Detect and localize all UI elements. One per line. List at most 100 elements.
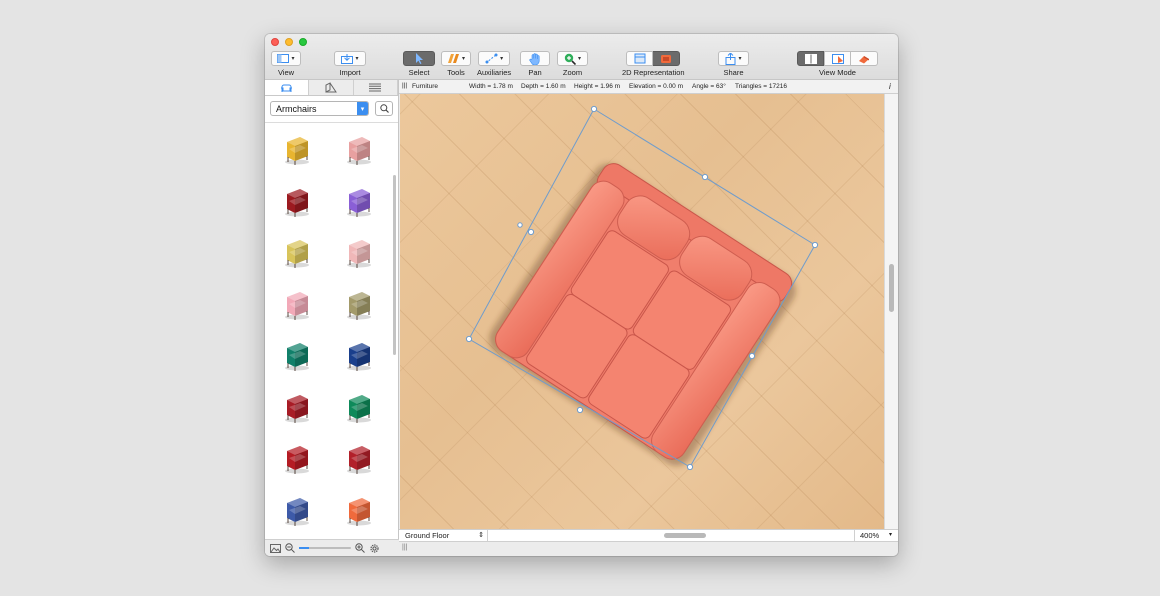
tools-label: Tools [447,68,465,77]
auxiliaries-button[interactable]: ▾ [478,51,511,66]
zoom-button[interactable]: ▾ [557,51,588,66]
tab-materials[interactable] [309,80,354,95]
view-mode-split-button[interactable] [824,51,851,66]
updown-arrow-icon: ⇕ [478,532,484,539]
category-select[interactable]: Armchairs ▾ [270,101,369,116]
info-angle: Angle = 63° [692,83,726,90]
view-mode-plan-button[interactable] [797,51,824,66]
armchair-red-modern-icon[interactable] [342,441,376,475]
thumbnail-size-slider[interactable] [299,547,351,549]
armchair-teal-icon[interactable] [280,338,314,372]
search-button[interactable] [375,101,393,116]
auxiliaries-icon [485,53,498,64]
toolbar: ▾ View ▾ Import Select ▾ Tools ▾ Auxilia… [265,34,898,80]
armchair-pink-metal-icon[interactable] [342,235,376,269]
pan-button[interactable] [520,51,550,66]
view-button[interactable]: ▾ [271,51,301,66]
select-button[interactable] [403,51,435,66]
zoom-window-button[interactable] [299,38,307,46]
view-mode-group: View Mode [797,51,878,77]
armchair-tab-icon [281,84,293,92]
3d-view-icon [859,55,869,63]
info-triangles: Triangles = 17216 [735,83,787,90]
pan-label: Pan [528,68,542,77]
drag-handle-icon[interactable]: ||| [402,544,407,551]
import-label: Import [339,68,361,77]
pan-group: Pan [520,51,550,77]
horizontal-scroll-thumb[interactable] [664,533,706,538]
info-height: Height = 1.96 m [574,83,621,90]
hand-icon [529,52,540,65]
plan-canvas[interactable] [400,94,884,530]
zoom-select[interactable]: 400% ▾ [854,530,894,541]
plan-drawing [465,105,819,472]
auxiliaries-group: ▾ Auxiliaries [477,51,511,77]
plan-vertical-scrollbar[interactable] [884,94,898,530]
info-elevation: Elevation = 0.00 m [629,83,684,90]
selection-info-bar: ||| Furniture Width = 1.78 m Depth = 1.6… [399,80,898,94]
view-label: View [277,68,295,77]
armchair-olive-icon[interactable] [342,287,376,321]
list-tab-icon [369,83,382,92]
image-icon[interactable] [270,543,281,553]
chevron-down-icon: ▾ [357,102,368,115]
share-button[interactable]: ▾ [718,51,749,66]
info-width: Width = 1.78 m [469,83,513,90]
view-mode-3d-button[interactable] [851,51,878,66]
search-icon [379,104,389,113]
floor-select[interactable]: Ground Floor ⇕ [401,530,488,541]
category-select-value: Armchairs [276,103,317,114]
tab-furniture[interactable] [265,80,310,95]
tab-list[interactable] [354,80,398,95]
close-window-button[interactable] [271,38,279,46]
category-row: Armchairs ▾ [270,101,393,116]
library-scrollbar[interactable] [393,175,396,355]
floor-select-value: Ground Floor [405,531,450,540]
app-window: ▾ View ▾ Import Select ▾ Tools ▾ Auxilia… [265,34,898,556]
bottom-panel-handle[interactable]: ||| [399,541,898,556]
representation-3d-button[interactable] [653,51,681,66]
plan-icon [634,53,646,64]
info-type: Furniture [412,83,439,90]
armchair-pink-floral-icon[interactable] [342,132,376,166]
armchair-blue-pedestal-icon[interactable] [280,493,314,527]
view-mode-segmented-control [797,51,878,66]
sofa-item[interactable] [483,156,803,472]
tools-icon [447,54,459,63]
zoom-select-value: 400% [860,531,880,540]
armchair-red-icon[interactable] [280,390,314,424]
armchair-purple-icon[interactable] [342,184,376,218]
armchair-navy-icon[interactable] [342,338,376,372]
furniture-library-panel: Armchairs ▾ [265,80,399,556]
library-footer [265,539,399,556]
select-label: Select [408,68,430,77]
armchair-green-icon[interactable] [342,390,376,424]
select-group: Select [403,51,435,77]
zoom-in-small-icon[interactable] [355,543,365,553]
armchair-orange-pod-icon[interactable] [342,493,376,527]
window-controls [271,38,307,46]
share-group: ▾ Share [718,51,749,77]
split-view-icon [831,53,844,64]
armchair-red-legs-icon[interactable] [280,441,314,475]
armchair-pink-icon[interactable] [280,287,314,321]
vertical-scroll-thumb[interactable] [889,264,894,312]
tools-group: ▾ Tools [441,51,471,77]
chevron-down-icon: ▾ [888,532,892,538]
tools-button[interactable]: ▾ [441,51,471,66]
share-icon [725,52,736,65]
info-icon[interactable]: i [889,82,891,91]
zoom-group: ▾ Zoom [557,51,588,77]
zoom-out-icon[interactable] [285,543,295,553]
armchair-yellow-icon[interactable] [280,132,314,166]
gear-icon[interactable] [369,543,380,554]
minimize-window-button[interactable] [285,38,293,46]
zoom-label: Zoom [562,68,583,77]
drag-handle-icon[interactable]: ||| [402,82,407,89]
share-label: Share [723,68,744,77]
armchair-dark-red-icon[interactable] [280,184,314,218]
armchair-yellow-wood-icon[interactable] [280,235,314,269]
plan-2d-button[interactable] [626,51,654,66]
import-button[interactable]: ▾ [334,51,366,66]
materials-tab-icon [325,82,337,93]
